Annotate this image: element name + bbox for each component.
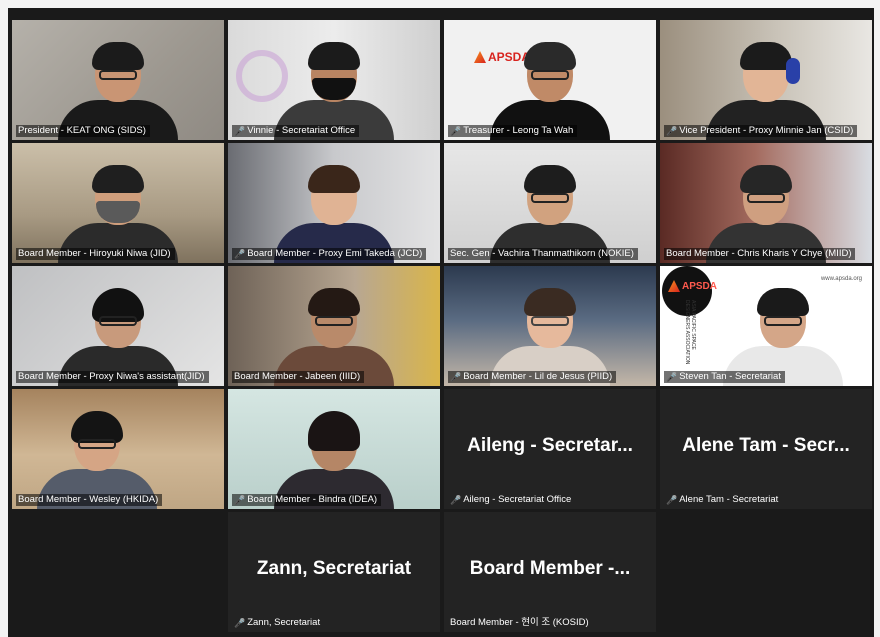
video-tile[interactable]: 🎤 Board Member - Lil de Jesus (PIID): [444, 266, 656, 386]
participant-name: Vinnie - Secretariat Office: [247, 125, 356, 136]
meeting-window: President - KEAT ONG (SIDS) 🎤 Vinnie - S…: [8, 8, 874, 637]
participant-name: Aileng - Secretariat Office: [463, 494, 572, 505]
mic-muted-icon: 🎤: [234, 249, 246, 259]
participant-name-tag: Board Member - Proxy Niwa's assistant(JI…: [16, 371, 209, 383]
participant-name: Board Member - Lil de Jesus (PIID): [463, 371, 613, 382]
participant-name: Board Member - 현이 조 (KOSID): [450, 617, 589, 628]
participant-grid: President - KEAT ONG (SIDS) 🎤 Vinnie - S…: [12, 20, 872, 632]
participant-name: Treasurer - Leong Ta Wah: [463, 125, 574, 136]
participant-display-name: Board Member -...: [469, 558, 631, 579]
participant-name-tag: President - KEAT ONG (SIDS): [16, 125, 150, 137]
video-tile[interactable]: APSDA 🎤 Treasurer - Leong Ta Wah: [444, 20, 656, 140]
video-tile-off[interactable]: Alene Tam - Secr... 🎤 Alene Tam - Secret…: [660, 389, 872, 509]
video-tile[interactable]: Board Member - Chris Kharis Y Chye (MIID…: [660, 143, 872, 263]
participant-name: Alene Tam - Secretariat: [679, 494, 779, 505]
participant-name-tag: 🎤 Zann, Secretariat: [232, 617, 324, 629]
video-tile-off[interactable]: Aileng - Secretar... 🎤 Aileng - Secretar…: [444, 389, 656, 509]
video-tile-off[interactable]: Zann, Secretariat 🎤 Zann, Secretariat: [228, 512, 440, 632]
video-tile-active-speaker[interactable]: Sec. Gen - Vachira Thanmathikorn (NOKIE): [444, 143, 656, 263]
participant-name-tag: Sec. Gen - Vachira Thanmathikorn (NOKIE): [448, 248, 638, 260]
video-tile[interactable]: Board Member - Proxy Niwa's assistant(JI…: [12, 266, 224, 386]
video-tile[interactable]: Board Member - Hiroyuki Niwa (JID): [12, 143, 224, 263]
mic-muted-icon: 🎤: [450, 495, 462, 505]
participant-name: Board Member - Proxy Emi Takeda (JCD): [247, 248, 423, 259]
empty-slot: [12, 512, 224, 632]
participant-name: Steven Tan - Secretariat: [679, 371, 781, 382]
participant-name-tag: 🎤 Aileng - Secretariat Office: [448, 494, 575, 506]
mic-muted-icon: 🎤: [666, 126, 678, 136]
video-tile[interactable]: 🎤 Board Member - Proxy Emi Takeda (JCD): [228, 143, 440, 263]
video-tile[interactable]: Board Member - Wesley (HKIDA): [12, 389, 224, 509]
participant-name: Board Member - Bindra (IDEA): [247, 494, 378, 505]
participant-name: Sec. Gen - Vachira Thanmathikorn (NOKIE): [450, 248, 634, 259]
participant-name-tag: 🎤 Board Member - Bindra (IDEA): [232, 494, 382, 506]
video-tile[interactable]: 🎤 Vinnie - Secretariat Office: [228, 20, 440, 140]
participant-name-tag: Board Member - 현이 조 (KOSID): [448, 617, 593, 629]
participant-name-tag: 🎤 Alene Tam - Secretariat: [664, 494, 782, 506]
video-tile-off[interactable]: Board Member -... Board Member - 현이 조 (K…: [444, 512, 656, 632]
mic-muted-icon: 🎤: [666, 495, 678, 505]
video-tile[interactable]: 🎤 Vice President - Proxy Minnie Jan (CSI…: [660, 20, 872, 140]
participant-display-name: Alene Tam - Secr...: [682, 435, 850, 456]
mic-muted-icon: 🎤: [450, 126, 462, 136]
participant-name-tag: 🎤 Treasurer - Leong Ta Wah: [448, 125, 578, 137]
mic-muted-icon: 🎤: [234, 495, 246, 505]
video-tile[interactable]: President - KEAT ONG (SIDS): [12, 20, 224, 140]
participant-name: Board Member - Chris Kharis Y Chye (MIID…: [666, 248, 852, 259]
video-tile[interactable]: APSDA www.apsda.org ASIA PACIFIC SPACE D…: [660, 266, 872, 386]
participant-name: Board Member - Proxy Niwa's assistant(JI…: [18, 371, 205, 382]
video-tile[interactable]: Board Member - Jabeen (IIID): [228, 266, 440, 386]
participant-name-tag: Board Member - Hiroyuki Niwa (JID): [16, 248, 175, 260]
participant-display-name: Aileng - Secretar...: [467, 435, 633, 456]
participant-name-tag: Board Member - Chris Kharis Y Chye (MIID…: [664, 248, 856, 260]
participant-name: Board Member - Wesley (HKIDA): [18, 494, 159, 505]
video-tile[interactable]: 🎤 Board Member - Bindra (IDEA): [228, 389, 440, 509]
participant-name-tag: 🎤 Board Member - Proxy Emi Takeda (JCD): [232, 248, 427, 260]
participant-name: Board Member - Hiroyuki Niwa (JID): [18, 248, 171, 259]
participant-name-tag: Board Member - Wesley (HKIDA): [16, 494, 163, 506]
participant-name: Vice President - Proxy Minnie Jan (CSID): [679, 125, 854, 136]
participant-name: Board Member - Jabeen (IIID): [234, 371, 361, 382]
empty-slot: [660, 512, 872, 632]
participant-name-tag: 🎤 Board Member - Lil de Jesus (PIID): [448, 371, 617, 383]
apsda-side-text: ASIA PACIFIC SPACE DESIGNERS ASSOCIATION: [686, 300, 696, 365]
participant-name-tag: 🎤 Vinnie - Secretariat Office: [232, 125, 360, 137]
mic-muted-icon: 🎤: [450, 372, 462, 382]
participant-display-name: Zann, Secretariat: [256, 558, 412, 579]
participant-name-tag: 🎤 Steven Tan - Secretariat: [664, 371, 785, 383]
participant-name-tag: 🎤 Vice President - Proxy Minnie Jan (CSI…: [664, 125, 858, 137]
mic-muted-icon: 🎤: [234, 126, 246, 136]
participant-name: Zann, Secretariat: [247, 617, 321, 628]
apsda-logo: APSDA: [668, 280, 717, 292]
participant-name-tag: Board Member - Jabeen (IIID): [232, 371, 365, 383]
apsda-url: www.apsda.org: [820, 276, 862, 282]
participant-name: President - KEAT ONG (SIDS): [18, 125, 146, 136]
mic-muted-icon: 🎤: [234, 618, 246, 628]
mic-muted-icon: 🎤: [666, 372, 678, 382]
